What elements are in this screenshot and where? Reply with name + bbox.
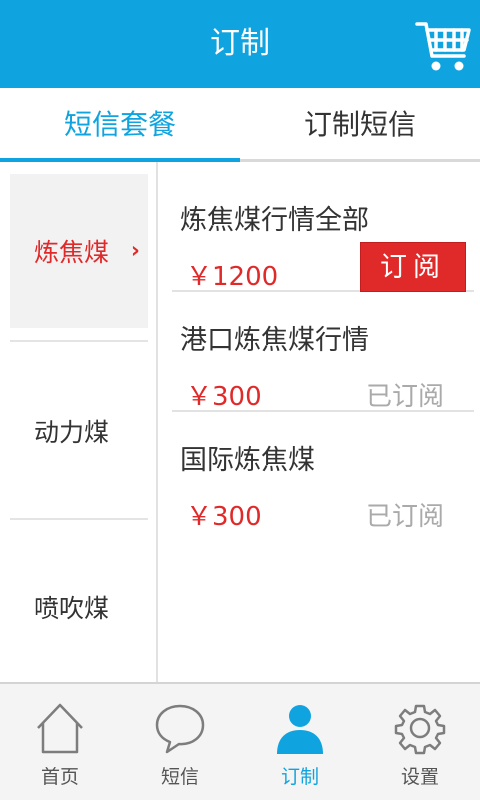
sidebar-item-label: 炼焦煤	[34, 238, 110, 267]
sidebar-item-label: 喷吹煤	[34, 594, 110, 623]
person-icon	[277, 705, 323, 754]
chevron-right-icon: ›	[130, 238, 140, 264]
package-title: 国际炼焦煤	[180, 445, 315, 476]
subscribe-button[interactable]: 订阅	[360, 242, 466, 292]
page-title: 订制	[210, 26, 270, 61]
chat-bubble-icon	[155, 704, 205, 754]
sidebar-item-coking-coal[interactable]: 炼焦煤 ›	[10, 174, 148, 328]
nav-sms[interactable]: 短信	[120, 684, 240, 800]
nav-settings[interactable]: 设置	[360, 684, 480, 800]
tab-bar: 短信套餐 订制短信	[0, 88, 480, 162]
package-price: ￥300	[186, 502, 262, 532]
nav-label: 订制	[280, 766, 319, 788]
divider	[10, 518, 148, 520]
nav-label: 短信	[160, 766, 199, 788]
package-price: ￥300	[186, 382, 262, 412]
shopping-cart-icon[interactable]	[414, 12, 474, 74]
nav-label: 设置	[400, 766, 439, 788]
package-title: 港口炼焦煤行情	[180, 325, 369, 356]
nav-label: 首页	[40, 766, 79, 788]
list-item: 港口炼焦煤行情 ￥300 已订阅	[172, 292, 474, 412]
sidebar-item-pci-coal[interactable]: 喷吹煤	[10, 522, 148, 692]
nav-custom[interactable]: 订制	[240, 684, 360, 800]
divider	[10, 340, 148, 342]
category-sidebar: 炼焦煤 › 动力煤 喷吹煤	[0, 162, 158, 682]
list-item: 炼焦煤行情全部 ￥1200 订阅	[172, 172, 474, 292]
home-icon	[37, 703, 83, 754]
sidebar-item-label: 动力煤	[34, 418, 110, 447]
subscribed-status: 已订阅	[365, 382, 444, 412]
top-bar: 订制	[0, 0, 480, 88]
list-item: 国际炼焦煤 ￥300 已订阅	[172, 412, 474, 532]
package-title: 炼焦煤行情全部	[180, 205, 369, 236]
sidebar-item-steam-coal[interactable]: 动力煤	[10, 344, 148, 518]
tab-sms-package[interactable]: 短信套餐	[0, 88, 240, 159]
nav-home[interactable]: 首页	[0, 684, 120, 800]
package-list: 炼焦煤行情全部 ￥1200 订阅 港口炼焦煤行情 ￥300 已订阅 国际炼焦煤 …	[160, 162, 480, 682]
bottom-nav: 首页 短信 订制 设置	[0, 682, 480, 800]
package-price: ￥1200	[186, 262, 279, 292]
tab-custom-sms[interactable]: 订制短信	[240, 88, 480, 159]
gear-icon	[394, 704, 446, 755]
subscribed-status: 已订阅	[365, 502, 444, 532]
